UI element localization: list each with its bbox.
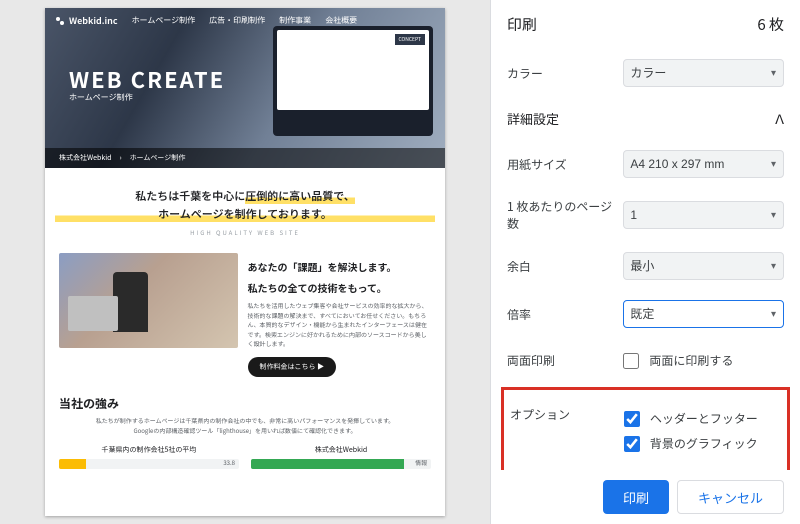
advanced-label: 詳細設定 bbox=[507, 109, 559, 128]
bar-fill bbox=[59, 459, 86, 469]
bar-track: 33.8 bbox=[59, 459, 239, 469]
checkbox-duplex-input[interactable] bbox=[623, 353, 639, 369]
breadcrumb-item: 株式会社Webkid bbox=[59, 153, 111, 163]
checkbox-hf-input[interactable] bbox=[624, 411, 640, 427]
hero-section: Webkid.inc ホームページ制作 広告・印刷制作 制作事業 会社概要 CO… bbox=[45, 8, 445, 168]
select-paper-size[interactable]: A4 210 x 297 mm bbox=[623, 150, 784, 178]
chevron-up-icon: ᐱ bbox=[775, 109, 784, 128]
logo-icon bbox=[55, 16, 65, 26]
team-photo bbox=[59, 253, 238, 348]
preview-page: Webkid.inc ホームページ制作 広告・印刷制作 制作事業 会社概要 CO… bbox=[45, 8, 445, 516]
intro-section: あなたの「課題」を解決します。 私たちの全ての技術をもって。 私たちを活用したウ… bbox=[45, 245, 445, 385]
panel-title: 印刷 bbox=[507, 14, 537, 35]
breadcrumb-sep: › bbox=[119, 153, 121, 163]
breadcrumb: 株式会社Webkid › ホームページ制作 bbox=[45, 148, 445, 168]
select-margin[interactable]: 最小 bbox=[623, 252, 784, 280]
bar-value: 33.8 bbox=[223, 459, 235, 467]
row-margin: 余白 最小 bbox=[507, 242, 784, 290]
bar-label: 千葉県内の制作会社5社の平均 bbox=[59, 445, 239, 455]
checkbox-headers-footers[interactable]: ヘッダーとフッター bbox=[624, 406, 781, 431]
site-logo: Webkid.inc bbox=[55, 14, 118, 27]
intro-text: あなたの「課題」を解決します。 私たちの全ての技術をもって。 私たちを活用したウ… bbox=[248, 253, 431, 377]
laptop-graphic: CONCEPT bbox=[273, 26, 433, 136]
bar-value: 情報 bbox=[415, 459, 427, 467]
panel-body: カラー カラー 詳細設定 ᐱ 用紙サイズ A4 210 x 297 mm 1 枚… bbox=[491, 49, 800, 470]
headline-section: 私たちは千葉を中心に圧倒的に高い品質で、 ホームページを制作しております。 HI… bbox=[45, 168, 445, 245]
row-duplex: 両面印刷 両面に印刷する bbox=[507, 338, 784, 383]
strength-title: 当社の強み bbox=[59, 395, 431, 412]
nav-item: 広告・印刷制作 bbox=[209, 15, 265, 26]
pricing-cta: 制作料金はこちら ▶ bbox=[248, 357, 337, 377]
page-count: 6 枚 bbox=[757, 14, 784, 35]
print-settings-panel: 印刷 6 枚 カラー カラー 詳細設定 ᐱ 用紙サイズ A4 210 x 297… bbox=[490, 0, 800, 524]
concept-badge: CONCEPT bbox=[395, 34, 426, 45]
strength-section: 当社の強み 私たちが制作するホームページは千葉県内の制作会社の中でも、非常に高い… bbox=[45, 385, 445, 479]
bar-fill bbox=[251, 459, 404, 469]
row-paper-size: 用紙サイズ A4 210 x 297 mm bbox=[507, 140, 784, 188]
select-scale[interactable]: 既定 bbox=[623, 300, 784, 328]
intro-h1: あなたの「課題」を解決します。 bbox=[248, 259, 431, 274]
row-pages-per-sheet: 1 枚あたりのページ数 1 bbox=[507, 188, 784, 242]
checkbox-background-graphics[interactable]: 背景のグラフィック bbox=[624, 431, 781, 456]
strength-p2: Googleの内部構造確認ツール「lighthouse」を用いれば数値にて確認化… bbox=[59, 426, 431, 436]
label-color: カラー bbox=[507, 65, 623, 82]
hero-subtitle: ホームページ制作 bbox=[69, 92, 133, 103]
print-button[interactable]: 印刷 bbox=[603, 480, 669, 514]
headline-line1: 私たちは千葉を中心に圧倒的に高い品質で、 bbox=[55, 188, 435, 204]
row-scale: 倍率 既定 bbox=[507, 290, 784, 338]
brand-text: Webkid.inc bbox=[69, 14, 118, 27]
print-preview-area: Webkid.inc ホームページ制作 広告・印刷制作 制作事業 会社概要 CO… bbox=[0, 0, 490, 524]
label-margin: 余白 bbox=[507, 258, 623, 275]
select-color[interactable]: カラー bbox=[623, 59, 784, 87]
label-paper-size: 用紙サイズ bbox=[507, 156, 623, 173]
cancel-button[interactable]: キャンセル bbox=[677, 480, 784, 514]
checkbox-bg-input[interactable] bbox=[624, 436, 640, 452]
row-options: オプション ヘッダーとフッター 背景のグラフィック bbox=[510, 396, 781, 466]
bar-col-competitors: 千葉県内の制作会社5社の平均 33.8 bbox=[59, 445, 239, 469]
intro-h2: 私たちの全ての技術をもって。 bbox=[248, 280, 431, 295]
checkbox-duplex[interactable]: 両面に印刷する bbox=[623, 348, 784, 373]
label-duplex: 両面印刷 bbox=[507, 352, 623, 369]
select-pages-per-sheet[interactable]: 1 bbox=[623, 201, 784, 229]
label-options: オプション bbox=[510, 406, 624, 423]
comparison-bars: 千葉県内の制作会社5社の平均 33.8 株式会社Webkid 情報 bbox=[59, 445, 431, 469]
panel-header: 印刷 6 枚 bbox=[491, 0, 800, 49]
nav-item: ホームページ制作 bbox=[132, 15, 196, 26]
advanced-toggle[interactable]: 詳細設定 ᐱ bbox=[507, 97, 784, 140]
breadcrumb-item: ホームページ制作 bbox=[130, 153, 186, 163]
label-scale: 倍率 bbox=[507, 306, 623, 323]
headline-line2: ホームページを制作しております。 bbox=[55, 206, 435, 222]
row-color: カラー カラー bbox=[507, 49, 784, 97]
nav-item: 制作事業 bbox=[279, 15, 311, 26]
panel-footer: 印刷 キャンセル bbox=[491, 470, 800, 524]
strength-p1: 私たちが制作するホームページは千葉県内の制作会社の中でも、非常に高いパフォーマン… bbox=[59, 416, 431, 426]
label-pages-per-sheet: 1 枚あたりのページ数 bbox=[507, 198, 623, 232]
headline-caption: HIGH QUALITY WEB SITE bbox=[55, 228, 435, 237]
bar-col-webkid: 株式会社Webkid 情報 bbox=[251, 445, 431, 469]
laptop-screen: CONCEPT bbox=[277, 30, 429, 110]
options-highlight-box: オプション ヘッダーとフッター 背景のグラフィック bbox=[501, 387, 790, 470]
bar-label: 株式会社Webkid bbox=[251, 445, 431, 455]
bar-track: 情報 bbox=[251, 459, 431, 469]
intro-paragraph: 私たちを活用したウェブ集客や会社サービスの効率的な拡大から、技術的な課題の解決ま… bbox=[248, 301, 431, 349]
nav-item: 会社概要 bbox=[325, 15, 357, 26]
hero-title: WEB CREATE bbox=[69, 63, 225, 95]
